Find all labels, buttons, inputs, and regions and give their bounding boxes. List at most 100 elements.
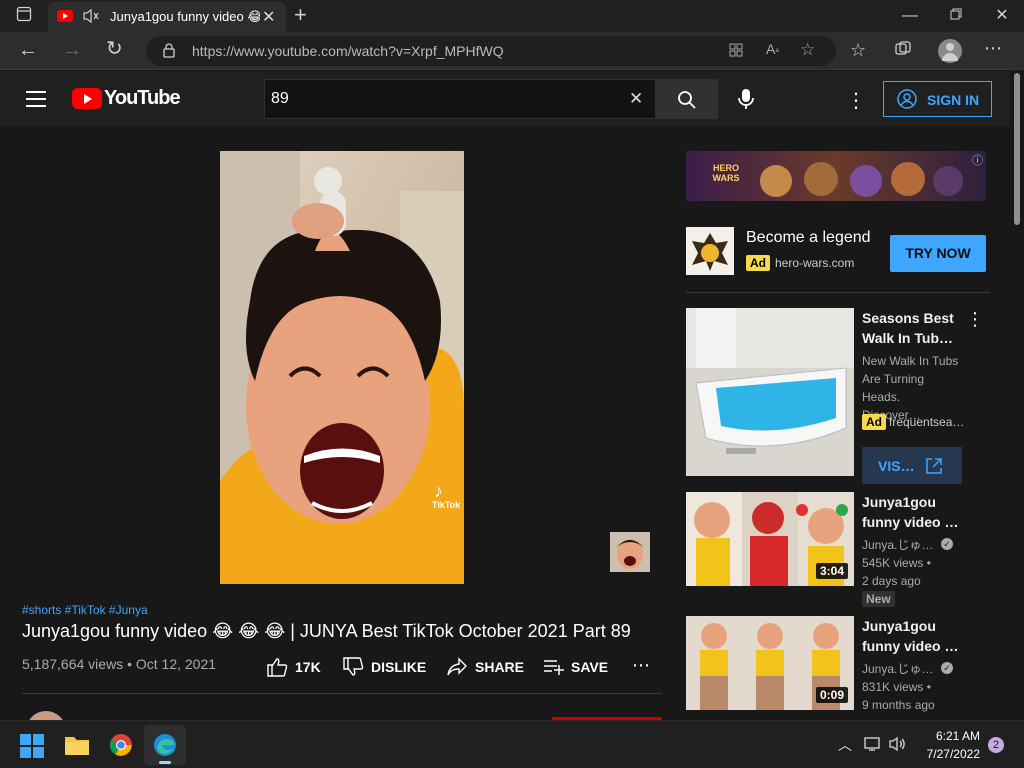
edge-icon [154,734,176,756]
scrollbar-thumb[interactable] [1014,73,1020,225]
app-available-icon[interactable] [728,42,744,63]
browser-tab-bar: Junya1gou funny video 😂 😂 ✕ + — ✕ [0,0,1024,32]
favorites-icon[interactable]: ☆ [850,40,866,60]
video-more-icon[interactable]: ⋯ [632,655,650,676]
channel-thumbnail-overlay[interactable] [610,532,650,572]
account-icon [897,89,917,112]
settings-more-icon[interactable]: ⋯ [984,38,1002,58]
sidebar-item-views: 831K views • [862,680,931,694]
clock-date[interactable]: 7/27/2022 [914,747,980,761]
address-bar[interactable]: https://www.youtube.com/watch?v=Xrpf_MPH… [146,36,836,66]
like-button[interactable]: 17K [266,657,321,682]
tab-actions-icon[interactable] [14,6,34,28]
ad-badge: Ad [746,255,770,271]
new-tab-icon[interactable]: + [294,4,307,26]
hero-wars-logo[interactable] [686,227,734,275]
clock-time[interactable]: 6:21 AM [920,729,980,743]
read-aloud-icon[interactable]: Aᵃ [766,41,779,57]
youtube-page: YouTube 89 ✕ ⋮ SIGN IN ♪ TikTok #shorts … [0,71,1024,720]
dislike-button[interactable]: DISLIKE [342,657,432,682]
video-frame[interactable] [220,151,464,584]
video-player[interactable]: ♪ TikTok [220,151,464,584]
video-duration: 0:09 [816,687,849,703]
ad-badge: Ad [862,414,886,430]
speaker-icon[interactable] [82,8,100,29]
sidebar-item-age: 2 days ago [862,574,921,588]
profile-avatar[interactable] [938,39,962,63]
search-value[interactable]: 89 [271,90,289,108]
collections-icon[interactable] [894,40,912,64]
restore-icon[interactable] [946,6,966,26]
forward-icon[interactable]: → [62,40,82,60]
tiktok-watermark: TikTok [432,500,461,510]
browser-tab-active[interactable]: Junya1gou funny video 😂 😂 ✕ [48,2,286,32]
divider [22,693,662,694]
sidebar-item-more-icon[interactable]: ⋮ [966,309,984,330]
lock-icon[interactable] [162,42,176,63]
dislike-label: DISLIKE [371,659,427,675]
thumbs-up-icon [267,658,288,677]
save-button[interactable]: SAVE [543,657,613,682]
visit-site-button[interactable]: VIS… [862,447,962,484]
tab-close-icon[interactable]: ✕ [262,7,275,27]
ad-banner-logo: HERO WARS [712,163,740,183]
sidebar-item-title[interactable]: Seasons Best Walk In Tub… [862,308,962,348]
sidebar-item-views: 545K views • [862,556,931,570]
browser-toolbar: ← → ↻ https://www.youtube.com/watch?v=Xr… [0,32,1024,70]
youtube-favicon-icon [57,10,73,22]
refresh-icon[interactable]: ↻ [106,39,123,59]
minimize-icon[interactable]: — [900,6,920,26]
more-options-icon[interactable]: ⋮ [846,88,866,113]
youtube-logo-icon[interactable] [72,88,102,109]
thumbs-down-icon [343,657,364,676]
notification-badge[interactable]: 2 [988,737,1004,753]
video-meta: 5,187,664 views • Oct 12, 2021 [22,656,217,672]
share-button[interactable]: SHARE [446,657,526,682]
ad-banner-image[interactable]: HERO WARS [686,151,986,201]
file-explorer-icon[interactable] [64,733,90,762]
sidebar-item-title[interactable]: Junya1gou funny video … [862,492,962,532]
tab-title: Junya1gou funny video 😂 😂 [110,9,260,24]
back-icon[interactable]: ← [18,40,38,60]
external-link-icon [926,458,942,474]
share-icon [447,657,467,676]
channel-avatar[interactable] [26,711,66,720]
video-hashtags[interactable]: #shorts #TikTok #Junya [22,603,148,617]
youtube-header: YouTube 89 ✕ ⋮ SIGN IN [0,71,1010,127]
add-favorite-icon[interactable]: ☆ [800,40,815,60]
sign-in-button[interactable]: SIGN IN [883,81,992,117]
show-hidden-icons-icon[interactable]: ︿ [838,735,852,755]
close-window-icon[interactable]: ✕ [992,6,1012,26]
start-windows-icon[interactable] [20,734,44,763]
search-button[interactable] [655,79,718,119]
ad-headline[interactable]: Become a legend [746,229,871,247]
clear-search-icon[interactable]: ✕ [629,89,643,109]
tiktok-logo-icon: ♪ [434,481,443,501]
ad-info-icon[interactable]: ⓘ [972,152,983,168]
sign-in-label: SIGN IN [927,92,980,108]
video-title: Junya1gou funny video 😂 😂 😂 | JUNYA Best… [22,621,631,641]
search-input[interactable]: 89 ✕ [264,79,656,119]
sidebar-item-age: 9 months ago [862,698,935,712]
sidebar-item-channel[interactable]: Junya.じゅ… [862,536,933,554]
sidebar-item-channel[interactable]: Junya.じゅ… [862,660,933,678]
youtube-logo-text[interactable]: YouTube [104,87,181,110]
sidebar-item-thumbnail[interactable] [686,308,854,476]
edge-taskbar-button[interactable] [144,725,186,765]
voice-search-icon[interactable] [736,88,756,115]
new-badge: New [862,591,895,607]
sidebar-item-title[interactable]: Junya1gou funny video … [862,616,962,656]
volume-icon[interactable] [888,735,908,758]
video-duration: 3:04 [816,563,849,579]
ad-domain[interactable]: hero-wars.com [775,256,854,270]
verified-icon: ✓ [941,662,953,674]
url-text[interactable]: https://www.youtube.com/watch?v=Xrpf_MPH… [192,43,504,59]
playlist-add-icon [544,660,564,675]
menu-icon[interactable] [26,91,46,112]
network-icon[interactable] [864,736,882,757]
try-now-button[interactable]: TRY NOW [890,235,986,272]
save-label: SAVE [571,659,609,675]
chrome-icon[interactable] [109,733,133,762]
active-indicator [159,761,171,764]
sidebar-item-channel[interactable]: frequentsea… [889,415,965,429]
